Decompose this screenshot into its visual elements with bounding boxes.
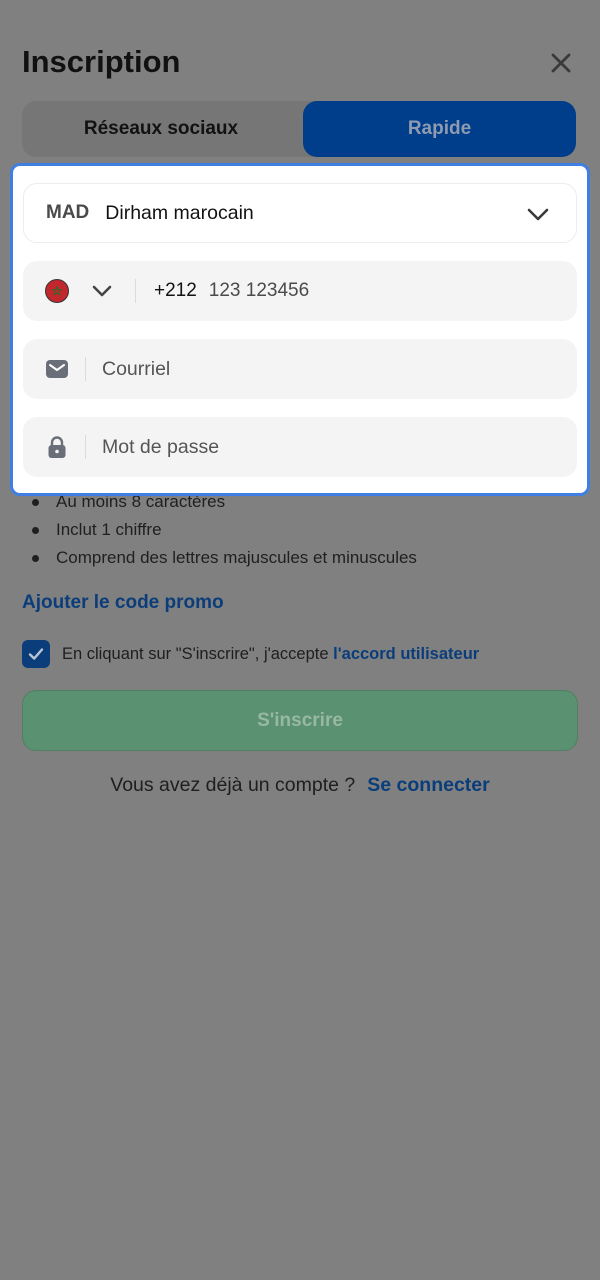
password-input[interactable] [102, 427, 577, 467]
email-field [23, 339, 577, 399]
password-rules: Au moins 8 caractères Inclut 1 chiffre C… [30, 488, 417, 572]
terms-row: En cliquant sur "S'inscrire", j'accepte … [22, 640, 479, 668]
login-link[interactable]: Se connecter [367, 774, 489, 797]
currency-name: Dirham marocain [105, 201, 254, 224]
password-rule: Inclut 1 chiffre [30, 516, 417, 544]
field-divider [85, 357, 86, 381]
close-button[interactable] [546, 48, 576, 78]
quick-registration-form: MAD Dirham marocain +212 123 123456 [10, 163, 590, 496]
terms-checkbox[interactable] [22, 640, 50, 668]
registration-tabs: Réseaux sociaux Rapide [22, 101, 576, 157]
close-icon [551, 53, 571, 73]
morocco-flag-icon [45, 279, 69, 303]
chevron-down-icon [527, 208, 549, 221]
registration-page: Inscription Réseaux sociaux Rapide Au mo… [0, 0, 600, 1280]
password-field [23, 417, 577, 477]
mail-icon [45, 357, 69, 381]
currency-select[interactable]: MAD Dirham marocain [23, 183, 577, 243]
email-input[interactable] [102, 349, 577, 389]
password-rule: Comprend des lettres majuscules et minus… [30, 544, 417, 572]
currency-code: MAD [46, 202, 90, 223]
phone-country-code: +212 [154, 280, 197, 301]
phone-field: +212 123 123456 [23, 261, 577, 321]
tab-quick[interactable]: Rapide [303, 101, 576, 157]
chevron-down-icon [92, 285, 112, 297]
login-row: Vous avez déjà un compte ? Se connecter [0, 774, 600, 797]
user-agreement-link[interactable]: l'accord utilisateur [333, 645, 479, 663]
register-button[interactable]: S'inscrire [22, 690, 578, 751]
page-title: Inscription [22, 44, 181, 79]
field-divider [135, 279, 136, 303]
check-icon [28, 648, 44, 660]
phone-input[interactable]: 123 123456 [209, 280, 309, 302]
lock-icon [45, 435, 69, 459]
tab-social-networks[interactable]: Réseaux sociaux [22, 101, 300, 157]
country-selector[interactable] [91, 282, 113, 300]
terms-text: En cliquant sur "S'inscrire", j'accepte [62, 644, 334, 663]
field-divider [85, 435, 86, 459]
terms-label: En cliquant sur "S'inscrire", j'accepte … [62, 645, 479, 664]
login-prompt: Vous avez déjà un compte ? [110, 774, 356, 796]
add-promo-code-link[interactable]: Ajouter le code promo [22, 592, 224, 614]
